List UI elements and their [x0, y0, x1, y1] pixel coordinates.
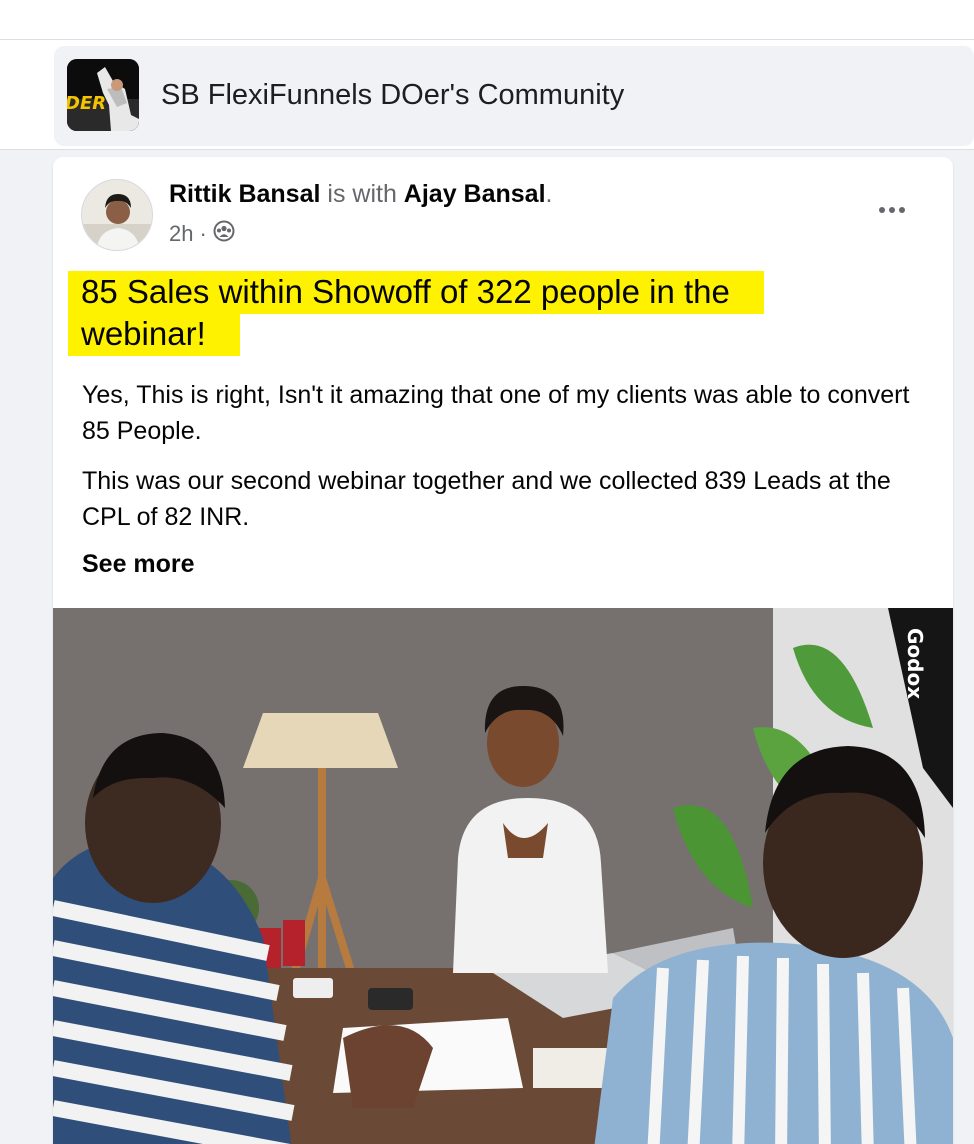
author-name[interactable]: Rittik Bansal: [169, 180, 320, 208]
post-meta: 2h ·: [169, 220, 235, 248]
post-card: Rittik Bansal is with Ajay Bansal. 2h · …: [53, 157, 953, 1144]
post-headline-text: 85 Sales within Showoff of 322 people in…: [68, 271, 764, 356]
author-line: Rittik Bansal is with Ajay Bansal.: [169, 180, 553, 209]
post-time[interactable]: 2h: [169, 221, 193, 247]
more-options-icon[interactable]: [873, 195, 913, 225]
post-photo[interactable]: Godox: [53, 608, 953, 1144]
with-text: is with: [320, 180, 404, 208]
top-bar: [0, 0, 974, 40]
see-more-link[interactable]: See more: [82, 550, 195, 579]
post-paragraph: This was our second webinar together and…: [82, 467, 891, 531]
avatar[interactable]: [81, 179, 153, 251]
group-header[interactable]: DER SB FlexiFunnels DOer's Community: [54, 46, 974, 146]
group-audience-icon[interactable]: [213, 220, 235, 248]
photo-brand-text: Godox: [903, 628, 927, 699]
tagged-name[interactable]: Ajay Bansal: [404, 180, 546, 208]
group-name[interactable]: SB FlexiFunnels DOer's Community: [161, 79, 624, 112]
group-icon-label: DER: [67, 93, 106, 114]
post-headline: 85 Sales within Showoff of 322 people in…: [68, 271, 828, 356]
group-icon[interactable]: DER: [67, 59, 139, 131]
author-line-tail: .: [545, 180, 553, 208]
post-paragraph: Yes, This is right, Isn't it amazing tha…: [82, 381, 910, 445]
meta-separator: ·: [199, 221, 207, 246]
